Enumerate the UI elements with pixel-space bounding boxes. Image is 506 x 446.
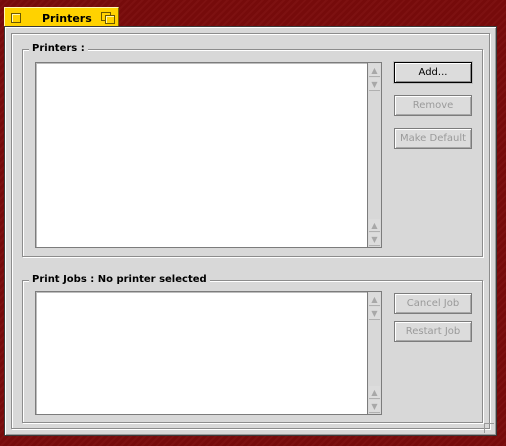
print-jobs-list[interactable] <box>35 291 367 415</box>
scroll-down-arrow-icon[interactable]: ▼ <box>369 233 380 246</box>
resize-handle-icon[interactable] <box>484 423 494 433</box>
cancel-job-button[interactable]: Cancel Job <box>394 293 472 314</box>
window-title: Printers <box>42 12 92 25</box>
restart-job-button[interactable]: Restart Job <box>394 321 472 342</box>
scroll-up-arrow-icon[interactable]: ▲ <box>369 64 380 77</box>
window-title-tab[interactable]: Printers <box>4 7 119 27</box>
printers-window: Printers : ▲ ▼ ▲ ▼ Add... Remove Make De… <box>4 26 497 436</box>
add-printer-button[interactable]: Add... <box>394 62 472 83</box>
scroll-up-arrow-icon[interactable]: ▲ <box>369 219 380 232</box>
printers-list-scrollbar[interactable]: ▲ ▼ ▲ ▼ <box>367 62 382 248</box>
zoom-box-icon[interactable] <box>101 12 115 24</box>
printers-list[interactable] <box>35 62 367 248</box>
scroll-down-arrow-icon[interactable]: ▼ <box>369 400 380 413</box>
scroll-up-arrow-icon[interactable]: ▲ <box>369 293 380 306</box>
print-jobs-group-label: Print Jobs : No printer selected <box>29 274 210 286</box>
scroll-up-arrow-icon[interactable]: ▲ <box>369 386 380 399</box>
printers-group: Printers : ▲ ▼ ▲ ▼ Add... Remove Make De… <box>22 43 483 257</box>
window-content: Printers : ▲ ▼ ▲ ▼ Add... Remove Make De… <box>11 33 490 429</box>
remove-printer-button[interactable]: Remove <box>394 95 472 116</box>
close-box-icon[interactable] <box>11 13 21 23</box>
print-jobs-list-scrollbar[interactable]: ▲ ▼ ▲ ▼ <box>367 291 382 415</box>
print-jobs-group: Print Jobs : No printer selected ▲ ▼ ▲ ▼… <box>22 274 483 423</box>
make-default-button[interactable]: Make Default <box>394 128 472 149</box>
printers-group-label: Printers : <box>29 43 88 55</box>
scroll-down-arrow-icon[interactable]: ▼ <box>369 78 380 91</box>
scroll-down-arrow-icon[interactable]: ▼ <box>369 307 380 320</box>
